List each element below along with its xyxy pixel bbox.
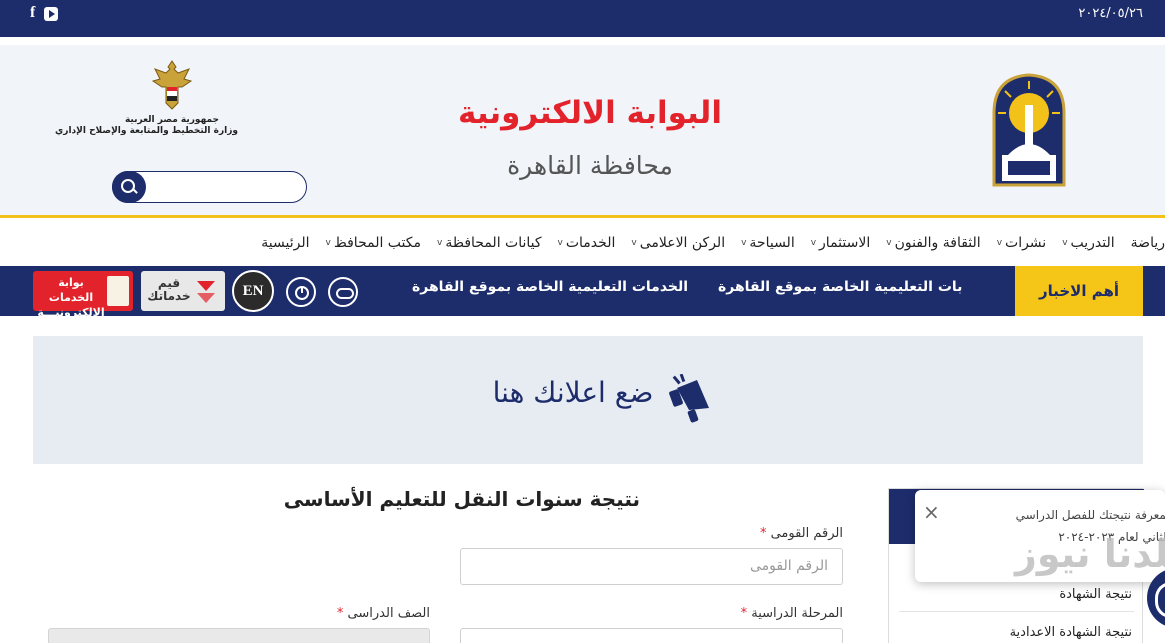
main-nav: الرئيسية مكتب المحافظ v كيانات المحافظة v الخ…: [0, 221, 1165, 265]
nav-item-label: الرئيسية: [261, 235, 310, 251]
portal-title: البوابة الالكترونية: [458, 95, 722, 131]
emblem-text-1: جمهورية مصر العربية: [124, 115, 220, 125]
national-id-label-text: الرقم القومى: [770, 526, 843, 541]
youtube-icon[interactable]: [44, 7, 59, 21]
nav-item[interactable]: رياضة: [1131, 235, 1165, 251]
search-icon[interactable]: [112, 171, 146, 203]
chevron-down-icon: v: [1062, 238, 1068, 248]
nav-item[interactable]: الاستثمار v: [811, 235, 871, 251]
nav-item[interactable]: كيانات المحافظة v: [437, 235, 542, 251]
grade-label: الصف الدراسى *: [230, 606, 430, 621]
weather-icon[interactable]: [328, 277, 358, 307]
cairo-governorate-logo: [992, 73, 1066, 187]
social-links: f: [30, 4, 59, 22]
ticker-item[interactable]: الخدمات التعليمية الخاصة بموقع القاهرة: [412, 279, 688, 295]
nav-item-label: مكتب المحافظ: [333, 235, 422, 251]
stage-label: المرحلة الدراسية *: [640, 606, 843, 621]
english-language-button[interactable]: EN: [232, 270, 274, 312]
nav-item[interactable]: نشرات v: [997, 235, 1047, 251]
nav-list: الرئيسية مكتب المحافظ v كيانات المحافظة v الخ…: [245, 221, 1165, 265]
nav-item[interactable]: الركن الاعلامى v: [631, 235, 725, 251]
chevron-down-icon: v: [741, 238, 747, 248]
close-icon[interactable]: ×: [923, 500, 940, 524]
grade-label-text: الصف الدراسى: [347, 606, 430, 621]
nav-item[interactable]: الرئيسية: [261, 235, 309, 251]
nav-item[interactable]: الثقافة والفنون v: [886, 235, 980, 251]
eagle-icon: [107, 276, 129, 306]
national-id-label: الرقم القومى *: [640, 526, 843, 541]
side-link[interactable]: نتيجة الشهادة الاعدادية: [1010, 625, 1132, 640]
rate-services-button[interactable]: قيم خدماتك: [141, 271, 225, 311]
nav-item-label: الثقافة والفنون: [894, 235, 981, 251]
e-services-portal-button[interactable]: بوابة الخدمات الإلكترونيـــة: [33, 271, 133, 319]
facebook-icon[interactable]: f: [30, 4, 35, 22]
nav-item[interactable]: مكتب المحافظ v: [326, 235, 422, 251]
nav-item-label: كيانات المحافظة: [445, 235, 542, 251]
nav-item-label: السياحة: [749, 235, 795, 251]
ad-text: ضع اعلانك هنا: [492, 376, 654, 409]
top-news-label: أهم الاخبار: [1015, 266, 1143, 316]
eagle-icon: [151, 60, 193, 110]
egypt-emblem-logo: جمهورية مصر العربية وزارة التخطيط والمتا…: [55, 59, 238, 159]
nav-item-label: التدريب: [1070, 235, 1115, 251]
nav-item-label: نشرات: [1005, 235, 1047, 251]
required-mark: *: [336, 606, 344, 621]
chevron-down-icon: v: [325, 238, 331, 248]
news-ticker: بات التعليمية الخاصة بموقع القاهرة الخدم…: [400, 266, 1015, 316]
nav-item-label: الركن الاعلامى: [639, 235, 726, 251]
popup-message-line1: لمعرفة نتيجتك للفصل الدراسي: [1015, 508, 1165, 522]
chevron-down-icon: v: [557, 238, 563, 248]
current-date: ٢٠٢٤/٠٥/٢٦: [1078, 6, 1143, 21]
emblem-text-2: وزارة التخطيط والمتابعة والإصلاح الإداري: [55, 126, 238, 136]
nav-item[interactable]: السياحة v: [741, 235, 795, 251]
search-input[interactable]: [112, 171, 307, 203]
chevron-down-icon: v: [886, 238, 892, 248]
nav-item-label: الخدمات: [565, 235, 616, 251]
rate-services-logo-icon: [197, 281, 215, 303]
e-services-portal-label: بوابة الخدمات الإلكترونيـــة: [37, 276, 105, 319]
nav-item[interactable]: الخدمات v: [558, 235, 616, 251]
form-title: نتيجة سنوات النقل للتعليم الأساسى: [283, 487, 640, 511]
nav-item-label: رياضة: [1130, 235, 1165, 251]
required-mark: *: [759, 526, 767, 541]
ad-banner[interactable]: ضع اعلانك هنا: [33, 336, 1143, 464]
side-link[interactable]: نتيجة الشهادة: [1059, 587, 1132, 602]
stage-label-text: المرحلة الدراسية: [751, 606, 843, 621]
chevron-down-icon: v: [437, 238, 443, 248]
grade-select[interactable]: [48, 628, 430, 643]
chevron-down-icon: v: [631, 238, 637, 248]
portal-subtitle: محافظة القاهرة: [507, 151, 673, 180]
national-id-field[interactable]: الرقم القومى: [460, 548, 843, 585]
nav-item[interactable]: التدريب v: [1062, 235, 1114, 251]
site-header: جمهورية مصر العربية وزارة التخطيط والمتا…: [0, 45, 1165, 218]
required-mark: *: [740, 606, 748, 621]
clock-icon[interactable]: [286, 277, 316, 307]
ticker-item[interactable]: بات التعليمية الخاصة بموقع القاهرة: [718, 279, 962, 295]
megaphone-icon: [669, 374, 709, 423]
top-bar: f ٢٠٢٤/٠٥/٢٦: [0, 0, 1165, 37]
watermark: بلدنا نيوز: [1015, 532, 1165, 576]
chevron-down-icon: v: [996, 238, 1003, 248]
nav-item-label: الاستثمار: [819, 235, 871, 251]
divider: [899, 611, 1134, 612]
stage-select[interactable]: [460, 628, 843, 643]
rate-services-label: قيم خدماتك: [147, 276, 191, 303]
chevron-down-icon: v: [810, 238, 817, 248]
notification-popup[interactable]: × لمعرفة نتيجتك للفصل الدراسي الثاني لعا…: [915, 490, 1165, 582]
